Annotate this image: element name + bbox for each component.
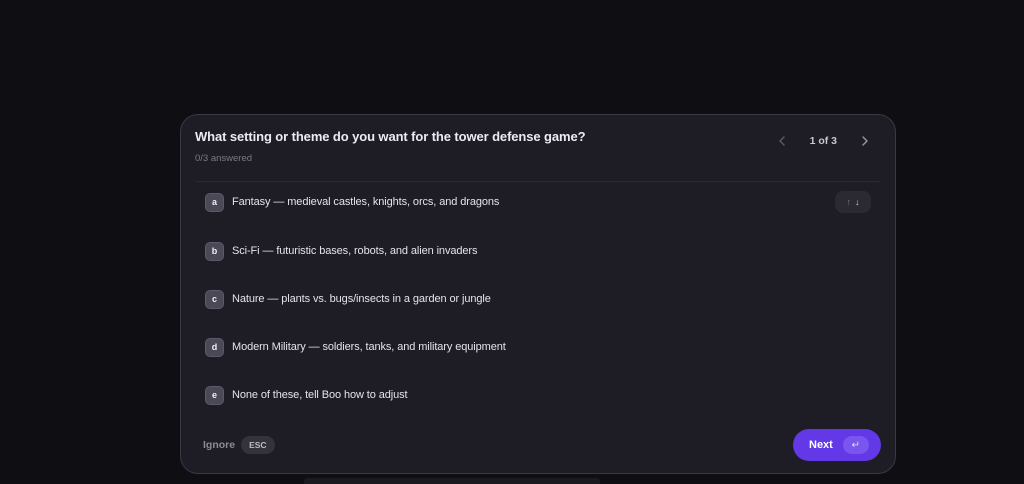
answered-count: 0/3 answered: [195, 153, 253, 164]
chevron-right-icon: [862, 136, 868, 146]
option-key-badge: b: [205, 241, 224, 261]
ignore-label: Ignore: [203, 439, 236, 451]
bottom-bar: [304, 478, 600, 484]
option-label: Fantasy — medieval castles, knights, orc…: [232, 196, 500, 208]
question-title: What setting or theme do you want for th…: [195, 129, 586, 144]
option-a[interactable]: a Fantasy — medieval castles, knights, o…: [205, 189, 871, 215]
option-b[interactable]: b Sci-Fi — futuristic bases, robots, and…: [205, 238, 871, 264]
chevron-left-icon: [778, 136, 785, 146]
page-indicator: 1 of 3: [809, 135, 837, 147]
arrow-up-icon: ↑: [846, 197, 852, 207]
next-button[interactable]: Next ↵: [793, 429, 881, 461]
esc-key-badge: ESC: [241, 436, 275, 454]
previous-question-button[interactable]: [772, 131, 792, 151]
header-divider: [195, 181, 881, 182]
option-label: None of these, tell Boo how to adjust: [232, 389, 408, 401]
option-label: Nature — plants vs. bugs/insects in a ga…: [232, 293, 491, 305]
option-e[interactable]: e None of these, tell Boo how to adjust: [205, 382, 871, 408]
enter-key-icon: ↵: [842, 436, 869, 454]
page: What setting or theme do you want for th…: [0, 0, 1024, 484]
option-key-badge: e: [205, 385, 224, 405]
next-question-button[interactable]: [855, 131, 875, 151]
next-label: Next: [809, 439, 833, 451]
arrow-keys-hint: ↑ ↓: [835, 191, 871, 213]
question-card: What setting or theme do you want for th…: [180, 114, 896, 474]
option-d[interactable]: d Modern Military — soldiers, tanks, and…: [205, 334, 871, 360]
option-key-badge: c: [205, 289, 224, 309]
option-key-badge: d: [205, 337, 224, 357]
ignore-button[interactable]: Ignore ESC: [203, 436, 275, 454]
option-label: Modern Military — soldiers, tanks, and m…: [232, 341, 506, 353]
arrow-down-icon: ↓: [855, 197, 860, 207]
option-c[interactable]: c Nature — plants vs. bugs/insects in a …: [205, 286, 871, 312]
option-key-badge: a: [205, 192, 224, 212]
question-pager: 1 of 3: [772, 131, 875, 151]
option-label: Sci-Fi — futuristic bases, robots, and a…: [232, 245, 478, 257]
